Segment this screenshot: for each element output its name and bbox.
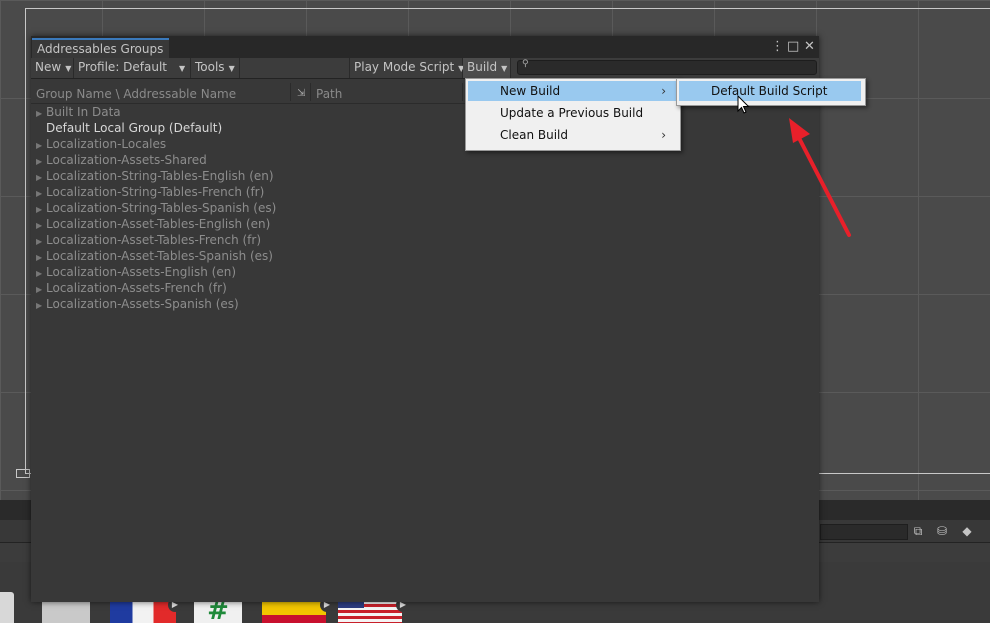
group-label: Localization-String-Tables-English (en) xyxy=(46,169,274,183)
labels-column-icon[interactable]: ⇲ xyxy=(297,79,305,103)
group-label: Localization-Assets-Shared xyxy=(46,153,207,167)
column-divider[interactable] xyxy=(462,83,463,101)
group-row[interactable]: ▶ Localization-Assets-English (en) xyxy=(31,264,236,280)
red-arrow-annotation xyxy=(789,118,851,237)
group-label: Localization-Asset-Tables-Spanish (es) xyxy=(46,249,273,263)
group-row[interactable]: ▶ Localization-Assets-Shared xyxy=(31,152,207,168)
group-row[interactable]: ▶ Localization-Asset-Tables-Spanish (es) xyxy=(31,248,273,264)
group-label: Localization-Locales xyxy=(46,137,167,151)
tools-label: Tools xyxy=(195,60,225,74)
group-label: Localization-String-Tables-French (fr) xyxy=(46,185,265,199)
profile-dropdown[interactable]: Profile: Default ▼ xyxy=(74,58,191,78)
project-filter-icon[interactable]: ⧉ xyxy=(910,523,926,539)
more-options-icon[interactable]: ⋮ xyxy=(771,39,784,55)
dropdown-arrow-icon: ▼ xyxy=(65,64,72,73)
new-build-submenu: Default Build Script xyxy=(676,78,866,106)
bottom-search-input[interactable] xyxy=(820,524,908,540)
dropdown-arrow-icon: ▼ xyxy=(501,64,508,73)
menu-item-label: Clean Build xyxy=(500,128,568,142)
window-tabbar: Addressables Groups ⋮ □ ✕ xyxy=(31,36,819,58)
tools-dropdown[interactable]: Tools ▼ xyxy=(191,58,240,78)
dropdown-arrow-icon: ▼ xyxy=(228,64,235,73)
column-divider[interactable] xyxy=(290,83,291,101)
dropdown-arrow-icon: ▼ xyxy=(179,64,186,73)
group-row[interactable]: ▶ Built In Data xyxy=(31,104,121,120)
group-row[interactable]: ▶ Localization-Assets-Spanish (es) xyxy=(31,296,239,312)
menu-item-label: Update a Previous Build xyxy=(500,106,644,120)
window-toolbar: New ▼ Profile: Default ▼ Tools ▼ Play Mode … xyxy=(31,58,819,79)
group-row[interactable]: ▶ Localization-Locales xyxy=(31,136,166,152)
group-label: Localization-Asset-Tables-French (fr) xyxy=(46,233,262,247)
close-icon[interactable]: ✕ xyxy=(804,39,815,55)
column-path[interactable]: Path xyxy=(316,79,342,103)
menu-item-new-build[interactable]: New Build › xyxy=(468,81,676,101)
submenu-chevron-icon: › xyxy=(661,84,666,98)
play-mode-script-dropdown[interactable]: Play Mode Script ▼ xyxy=(349,58,464,78)
group-row[interactable]: ▶ Localization-Assets-French (fr) xyxy=(31,280,227,296)
group-row[interactable]: ▶ Localization-Asset-Tables-French (fr) xyxy=(31,232,261,248)
menu-item-clean-build[interactable]: Clean Build › xyxy=(468,125,676,145)
scene-handle xyxy=(16,469,30,478)
search-input[interactable]: ⚲ xyxy=(517,59,817,75)
menu-item-label: Default Build Script xyxy=(711,84,828,98)
group-label: Localization-Assets-French (fr) xyxy=(46,281,227,295)
group-row[interactable]: ▶ Localization-Asset-Tables-English (en) xyxy=(31,216,270,232)
group-label: Default Local Group (Default) xyxy=(46,121,223,135)
column-divider[interactable] xyxy=(310,83,311,101)
expand-arrow-icon[interactable]: ▶ xyxy=(36,298,46,314)
mouse-cursor-icon xyxy=(737,95,750,114)
menu-item-label: New Build xyxy=(500,84,561,98)
group-row[interactable]: ▶ Localization-String-Tables-French (fr) xyxy=(31,184,264,200)
menu-item-update-previous-build[interactable]: Update a Previous Build xyxy=(468,103,676,123)
type-filter-icon[interactable]: ⛁ xyxy=(934,523,950,539)
group-row[interactable]: Default Local Group (Default) xyxy=(31,120,222,136)
group-label: Built In Data xyxy=(46,105,121,119)
new-label: New xyxy=(35,60,62,74)
group-row[interactable]: ▶ Localization-String-Tables-English (en) xyxy=(31,168,274,184)
maximize-icon[interactable]: □ xyxy=(787,39,799,55)
profile-label: Profile: Default xyxy=(78,60,168,74)
group-row[interactable]: ▶ Localization-String-Tables-Spanish (es) xyxy=(31,200,276,216)
build-menu: New Build › Update a Previous Build Clea… xyxy=(465,78,681,151)
column-group-name[interactable]: Group Name \ Addressable Name xyxy=(36,79,236,103)
group-label: Localization-Asset-Tables-English (en) xyxy=(46,217,271,231)
group-label: Localization-Assets-English (en) xyxy=(46,265,237,279)
search-icon: ⚲ xyxy=(522,59,529,69)
addressables-groups-window: Addressables Groups ⋮ □ ✕ New ▼ Profile: … xyxy=(31,36,819,602)
menu-item-default-build-script[interactable]: Default Build Script xyxy=(679,81,861,101)
label-filter-icon[interactable]: ◆ xyxy=(959,523,975,539)
new-dropdown[interactable]: New ▼ xyxy=(31,58,74,78)
tab-addressables-groups[interactable]: Addressables Groups xyxy=(32,38,169,58)
asset-thumbnail-white[interactable] xyxy=(0,592,14,623)
submenu-chevron-icon: › xyxy=(661,128,666,142)
group-label: Localization-String-Tables-Spanish (es) xyxy=(46,201,277,215)
group-label: Localization-Assets-Spanish (es) xyxy=(46,297,239,311)
build-dropdown[interactable]: Build ▼ xyxy=(463,58,511,78)
play-mode-label: Play Mode Script xyxy=(354,60,455,74)
build-label: Build xyxy=(467,60,498,74)
